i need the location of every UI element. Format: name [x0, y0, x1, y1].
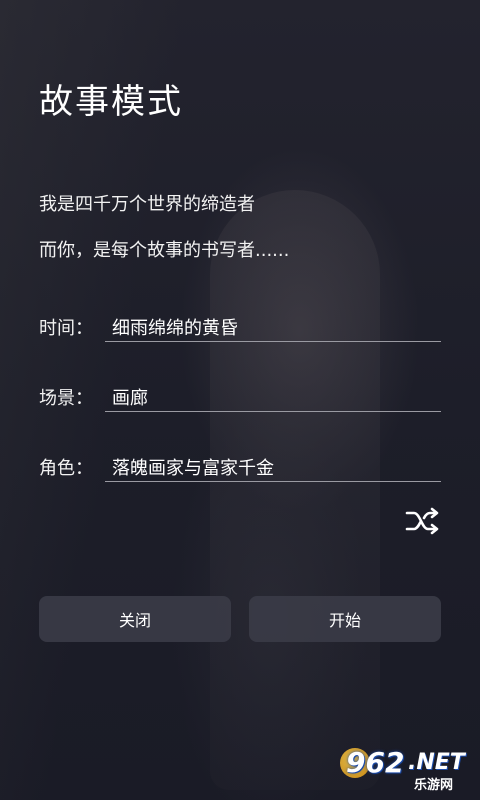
watermark-subtitle: 乐游网: [414, 778, 454, 793]
scene-input[interactable]: 画廊: [105, 380, 441, 412]
watermark-suffix: .NET: [408, 750, 465, 775]
scene-label: 场景：: [39, 388, 93, 409]
role-input[interactable]: 落魄画家与富家千金: [105, 450, 441, 482]
background-figure: [210, 190, 380, 790]
site-watermark: 962 .NET 乐游网: [340, 744, 472, 794]
start-button[interactable]: 开始: [249, 596, 441, 642]
shuffle-icon[interactable]: [405, 506, 441, 536]
role-label: 角色：: [39, 458, 93, 479]
role-field-row: 角色： 落魄画家与富家千金: [39, 450, 441, 484]
intro-line-2: 而你，是每个故事的书写者......: [39, 240, 290, 261]
time-input[interactable]: 细雨绵绵的黄昏: [105, 310, 441, 342]
time-label: 时间：: [39, 318, 93, 339]
close-button[interactable]: 关闭: [39, 596, 231, 642]
time-field-row: 时间： 细雨绵绵的黄昏: [39, 310, 441, 344]
scene-field-row: 场景： 画廊: [39, 380, 441, 414]
intro-line-1: 我是四千万个世界的缔造者: [39, 194, 255, 215]
watermark-number: 962: [346, 746, 405, 779]
page-title: 故事模式: [39, 82, 183, 122]
